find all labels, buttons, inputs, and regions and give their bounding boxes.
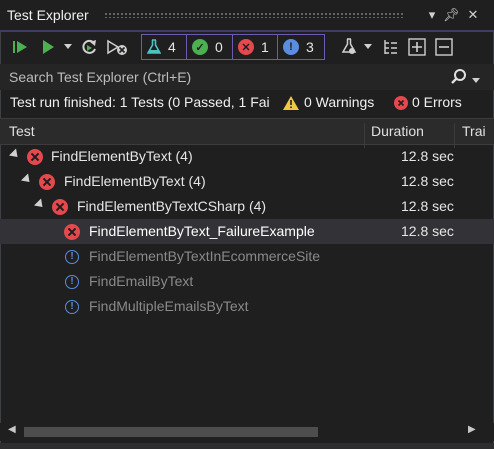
warning-icon xyxy=(283,96,299,113)
pin-icon[interactable]: 📌︎ xyxy=(443,6,460,24)
total-tests-filter[interactable]: 4 xyxy=(141,34,187,60)
column-header: Test Duration Trai xyxy=(0,118,494,148)
error-icon xyxy=(394,96,408,113)
search-dropdown-icon[interactable] xyxy=(472,71,480,87)
settings-icon[interactable] xyxy=(339,36,359,58)
scrollbar-thumb[interactable] xyxy=(24,427,318,437)
row-label: FindElementByText xyxy=(64,173,185,189)
flask-icon xyxy=(147,39,161,54)
total-count: 4 xyxy=(168,39,176,55)
hierarchy-icon[interactable] xyxy=(380,36,400,58)
search-box[interactable]: Search Test Explorer (Ctrl+E) xyxy=(0,64,494,90)
row-count: (4) xyxy=(175,148,193,164)
column-traits[interactable]: Trai xyxy=(462,123,486,139)
not-run-icon: ! xyxy=(65,300,79,314)
passed-count: 0 xyxy=(215,39,223,55)
window-menu-icon[interactable]: ▾ xyxy=(424,6,440,24)
failed-tests-filter[interactable]: ✕ 1 xyxy=(232,34,278,60)
info-icon: ! xyxy=(283,39,299,55)
bottom-strip xyxy=(0,443,494,449)
toolbar: 4 ✓ 0 ✕ 1 ! 3 xyxy=(0,32,494,62)
row-duration: 12.8 sec xyxy=(401,198,454,214)
cancel-icon[interactable] xyxy=(105,36,129,58)
expand-icon[interactable] xyxy=(33,198,47,211)
row-label: FindEmailByText xyxy=(89,273,194,289)
settings-dropdown-icon[interactable] xyxy=(362,36,374,58)
tree-row[interactable]: FindElementByTextCSharp (4) 12.8 sec xyxy=(0,194,494,219)
row-label: FindElementByTextInEcommerceSite xyxy=(89,248,321,264)
fail-icon xyxy=(27,149,43,165)
row-duration: 12.8 sec xyxy=(401,173,454,189)
not-run-icon: ! xyxy=(65,250,79,264)
fail-icon xyxy=(52,199,68,215)
scroll-left-icon[interactable]: ◀ xyxy=(8,424,16,435)
scroll-right-icon[interactable]: ▶ xyxy=(468,424,476,435)
tree-row-selected[interactable]: FindElementByText_FailureExample 12.8 se… xyxy=(0,219,494,244)
row-label: FindElementByText xyxy=(51,148,172,164)
tree-row[interactable]: FindElementByText (4) 12.8 sec xyxy=(0,169,494,194)
drag-grip[interactable] xyxy=(104,12,404,18)
row-duration: 12.8 sec xyxy=(401,223,454,239)
close-icon[interactable]: ✕ xyxy=(465,6,481,24)
row-label: FindElementByTextCSharp xyxy=(77,198,246,214)
tree-row[interactable]: FindElementByText (4) 12.8 sec xyxy=(0,144,494,169)
row-duration: 12.8 sec xyxy=(401,148,454,164)
expand-all-icon[interactable] xyxy=(406,36,428,58)
search-icon[interactable] xyxy=(450,68,468,89)
run-status: Test run finished: 1 Tests (0 Passed, 1 … xyxy=(10,94,270,110)
expand-icon[interactable] xyxy=(8,148,22,161)
check-icon: ✓ xyxy=(192,39,208,55)
search-placeholder: Search Test Explorer (Ctrl+E) xyxy=(9,69,192,85)
run-summary: Test run finished: 1 Tests (0 Passed, 1 … xyxy=(0,90,494,116)
window-title: Test Explorer xyxy=(7,7,89,23)
column-duration[interactable]: Duration xyxy=(371,123,424,139)
title-bar: Test Explorer ▾ 📌︎ ✕ xyxy=(0,0,494,30)
tree-row[interactable]: ! FindMultipleEmailsByText xyxy=(0,294,494,319)
not-run-tests-filter[interactable]: ! 3 xyxy=(277,34,325,60)
warnings-count[interactable]: 0 Warnings xyxy=(304,94,374,110)
tree-row[interactable]: ! FindElementByTextInEcommerceSite xyxy=(0,244,494,269)
not-run-icon: ! xyxy=(65,275,79,289)
fail-icon: ✕ xyxy=(238,39,254,55)
fail-icon xyxy=(64,224,80,240)
row-label: FindMultipleEmailsByText xyxy=(89,298,249,314)
row-label: FindElementByText_FailureExample xyxy=(89,223,315,239)
row-count: (4) xyxy=(188,173,206,189)
not-run-count: 3 xyxy=(306,39,314,55)
run-icon[interactable] xyxy=(38,36,58,58)
fail-icon xyxy=(39,174,55,190)
tree-row[interactable]: ! FindEmailByText xyxy=(0,269,494,294)
row-count: (4) xyxy=(248,198,267,214)
passed-tests-filter[interactable]: ✓ 0 xyxy=(186,34,233,60)
errors-count[interactable]: 0 Errors xyxy=(412,94,462,110)
column-test[interactable]: Test xyxy=(9,123,35,139)
run-all-icon[interactable] xyxy=(10,36,32,58)
expand-icon[interactable] xyxy=(20,173,34,186)
collapse-all-icon[interactable] xyxy=(433,36,455,58)
run-dropdown-icon[interactable] xyxy=(62,36,74,58)
failed-count: 1 xyxy=(261,39,269,55)
rerun-icon[interactable] xyxy=(79,36,99,58)
